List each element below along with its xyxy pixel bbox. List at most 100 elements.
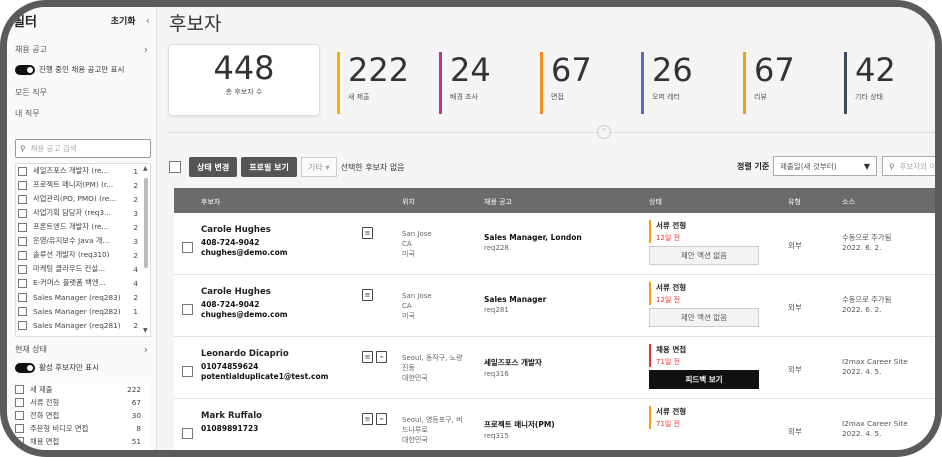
checkbox[interactable] [18,306,27,316]
job-list-scrollbar[interactable]: ▲ ▼ [143,166,149,334]
view-profile-button[interactable]: 프로필 보기 [241,157,297,177]
divider [169,132,935,133]
header-type[interactable]: 유형 [788,197,801,207]
job-filter-item[interactable]: Sales Manager (req282) 1 [16,304,150,318]
candidate-cell: Mark Ruffalo 01089891723 [201,411,262,433]
checkbox[interactable] [18,264,27,274]
checkbox[interactable] [18,194,27,204]
active-jobs-label: 진행 중인 채용 공고만 표시 [39,65,125,74]
candidate-cell: Carole Hughes 408-724-9042 chughes@demo.co… [201,225,288,257]
stat-card[interactable]: 67 면접 [540,52,592,114]
status-filter-item[interactable]: 주문형 비디오 면접 8 [15,422,151,435]
select-all-checkbox[interactable] [169,161,181,173]
job-filter-label: Sales Manager (req281) [33,320,121,330]
chevron-right-icon[interactable]: › [144,43,148,56]
checkbox[interactable] [18,236,27,246]
job-title[interactable]: Sales Manager [484,295,546,304]
job-filter-item[interactable]: 프로젝트 매니저(PM) (r... 2 [16,178,150,192]
my-jobs-option[interactable]: 내 직무 [15,108,40,119]
checkbox[interactable] [18,250,27,260]
collapse-sidebar-icon[interactable]: ‹ [146,14,150,27]
stat-card[interactable]: 222 새 제출 [337,52,409,114]
no-suggested-action-button[interactable]: 제안 액션 없음 [649,308,759,327]
row-checkbox[interactable] [182,428,193,440]
job-filter-item[interactable]: Sales Manager (req281) 2 [16,318,150,332]
row-checkbox[interactable] [182,304,193,316]
status-filter-list: 새 제출 222 서류 전형 67 전화 면접 30 주문형 비디오 면접 8 채용 면접 51 [15,383,151,450]
source-name: I2max Career Site [842,357,908,366]
no-suggested-action-button[interactable]: 제안 액션 없음 [649,246,759,265]
chevron-right-icon[interactable]: › [144,343,148,356]
checkbox[interactable] [18,320,27,330]
all-jobs-option[interactable]: 모든 직무 [15,87,47,98]
location-cell: San Jose CA 미국 [402,229,432,259]
candidate-email[interactable]: potentialduplicate1@test.com [201,372,328,381]
job-filter-item[interactable]: 솔루션 개발자 (req310) 2 [16,248,150,262]
checkbox[interactable] [18,166,27,176]
reset-button[interactable]: 초기화 [111,14,136,27]
job-title[interactable]: 프로젝트 매니저(PM) [484,419,555,430]
stat-card[interactable]: 24 배경 조사 [439,52,491,114]
checkbox[interactable] [15,411,24,420]
status-filter-item[interactable]: 서류 전형 67 [15,396,151,409]
stat-card[interactable]: 67 리뷰 [743,52,795,114]
job-filter-count: 4 [133,264,138,274]
job-filter-item[interactable]: Sales Manager (req283) 2 [16,290,150,304]
job-filter-item[interactable]: 마케팅 클라우드 컨설... 4 [16,262,150,276]
job-search-input[interactable]: ⚲ 채용 공고 검색 [15,139,151,158]
candidate-name[interactable]: Mark Ruffalo [201,411,262,421]
checkbox[interactable] [15,424,24,433]
collapse-stats-icon[interactable]: ⌃ [597,125,611,139]
resume-icon[interactable]: ≡ [362,289,373,301]
job-filter-item[interactable]: E-커머스 플랫폼 백엔... 4 [16,276,150,290]
other-actions-dropdown[interactable]: 기타 ▾ [300,157,337,177]
header-job[interactable]: 채용 공고 [484,197,512,207]
search-icon: ⚲ [20,144,26,153]
job-title[interactable]: 세일즈포스 개발자 [484,357,542,368]
row-checkbox[interactable] [182,242,193,254]
status-filter-count: 30 [131,411,141,420]
row-checkbox[interactable] [182,366,193,378]
candidate-name[interactable]: Carole Hughes [201,287,288,297]
checkbox[interactable] [18,278,27,288]
change-status-button[interactable]: 상태 변경 [189,157,238,177]
pdf-icon[interactable]: ⌁ [376,351,387,363]
header-status[interactable]: 상태 [649,197,662,207]
sort-select[interactable]: 제출일(새 것부터) ▼ [773,156,877,176]
active-jobs-toggle[interactable] [15,64,35,75]
job-title[interactable]: Sales Manager, London [484,233,582,242]
header-location[interactable]: 위치 [402,197,415,207]
candidate-email[interactable]: chughes@demo.com [201,248,288,257]
job-filter-item[interactable]: 프론트엔드 개발자 (re... 2 [16,220,150,234]
stat-card[interactable]: 42 기타 상태 [844,52,896,114]
job-filter-item[interactable]: 세일즈포스 개발자 (re... 1 [16,164,150,178]
candidate-search-input[interactable]: ⚲ 후보자와 이력 [882,156,935,176]
checkbox[interactable] [15,398,24,407]
active-candidates-toggle[interactable] [15,362,35,373]
resume-icon[interactable]: ≡ [362,351,373,363]
checkbox[interactable] [15,385,24,394]
resume-icon[interactable]: ≡ [362,413,373,425]
stat-card[interactable]: 26 오퍼 레터 [641,52,693,114]
view-feedback-button[interactable]: 피드백 보기 [649,370,759,389]
checkbox[interactable] [15,437,24,446]
job-filter-item[interactable]: 사업기획 담당자 (req3... 3 [16,206,150,220]
status-cell: 서류 전형 12일 전 제안 액션 없음 [649,282,764,327]
status-filter-item[interactable]: 전화 면접 30 [15,409,151,422]
resume-icon[interactable]: ≡ [362,227,373,239]
header-source[interactable]: 소스 [842,197,855,207]
status-filter-item[interactable]: 채용 면접 51 [15,435,151,448]
candidate-email[interactable]: chughes@demo.com [201,310,288,319]
header-candidate[interactable]: 후보자 [201,197,220,207]
checkbox[interactable] [18,208,27,218]
checkbox[interactable] [18,222,27,232]
checkbox[interactable] [18,292,27,302]
total-candidates-card[interactable]: 448 총 후보자 수 [168,44,320,116]
candidate-name[interactable]: Leonardo Dicaprio [201,349,328,359]
checkbox[interactable] [18,180,27,190]
job-filter-item[interactable]: 사업관리(PO, PMO) (re... 2 [16,192,150,206]
status-filter-item[interactable]: 새 제출 222 [15,383,151,396]
candidate-name[interactable]: Carole Hughes [201,225,288,235]
job-filter-item[interactable]: 운영/유지보수 Java 개... 3 [16,234,150,248]
pdf-icon[interactable]: ⌁ [376,413,387,425]
